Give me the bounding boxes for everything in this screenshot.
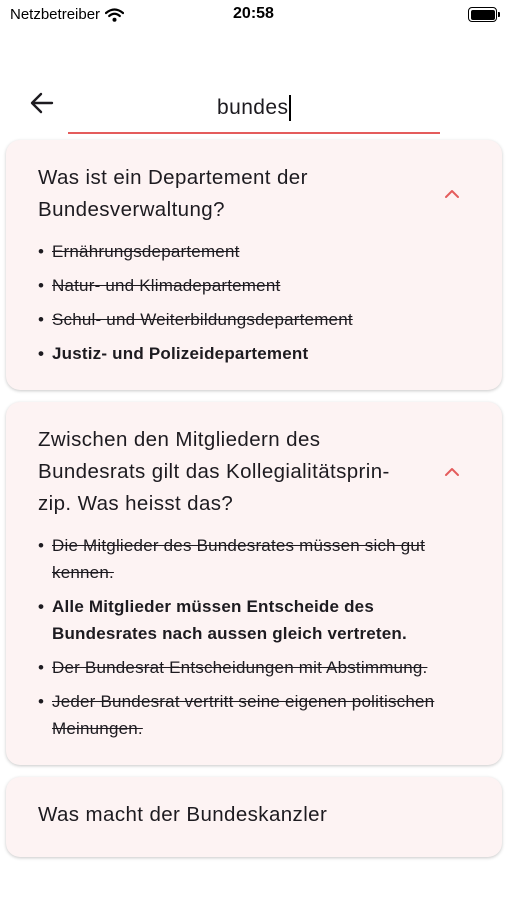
arrow-back-icon <box>30 92 54 114</box>
search-query: bundes <box>217 96 289 119</box>
answer-list: Ernährungsdepartement Natur- und Klimade… <box>36 238 472 367</box>
question-text: Was macht der Bundeskanzler <box>38 803 328 826</box>
clock: 20:58 <box>233 5 274 22</box>
app-bar: bundes <box>0 74 507 134</box>
answer-wrong: Ernährungsdepartement <box>36 238 472 265</box>
results-list: Was ist ein Departement der Bundesverwal… <box>6 140 502 869</box>
question-text: Was ist ein Departement der Bundesverwal… <box>38 166 308 221</box>
back-button[interactable] <box>22 86 62 120</box>
question-card[interactable]: Was macht der Bundeskanzler <box>6 777 502 857</box>
answer-wrong: Jeder Bundesrat vertritt seine eigenen p… <box>36 688 472 742</box>
answer-wrong: Der Bundesrat Entscheidungen mit Abstimm… <box>36 654 472 681</box>
text-caret <box>289 95 291 121</box>
answer-list: Die Mitglieder des Bundesrates müssen si… <box>36 532 472 742</box>
answer-wrong: Die Mitglieder des Bundesrates müssen si… <box>36 532 472 586</box>
answer-wrong: Natur- und Klimadepartement <box>36 272 472 299</box>
answer-wrong: Schul- und Weiterbildungsdepartement <box>36 306 472 333</box>
collapse-button[interactable] <box>432 174 472 214</box>
answer-correct: Justiz- und Polizeidepartement <box>36 340 472 367</box>
battery-icon <box>468 7 500 22</box>
answer-correct: Alle Mitglieder müssen Entscheide des Bu… <box>36 593 472 647</box>
question-card[interactable]: Zwischen den Mitgliedern des Bundesrats … <box>6 402 502 765</box>
question-text: Zwischen den Mitgliedern des Bundesrats … <box>38 428 390 515</box>
search-input[interactable]: bundes <box>68 84 440 134</box>
question-card[interactable]: Was ist ein Departement der Bundesverwal… <box>6 140 502 390</box>
status-bar: Netzbetreiber 20:58 <box>0 0 507 32</box>
chevron-up-icon <box>445 190 459 198</box>
chevron-up-icon <box>445 468 459 476</box>
collapse-button[interactable] <box>432 452 472 492</box>
